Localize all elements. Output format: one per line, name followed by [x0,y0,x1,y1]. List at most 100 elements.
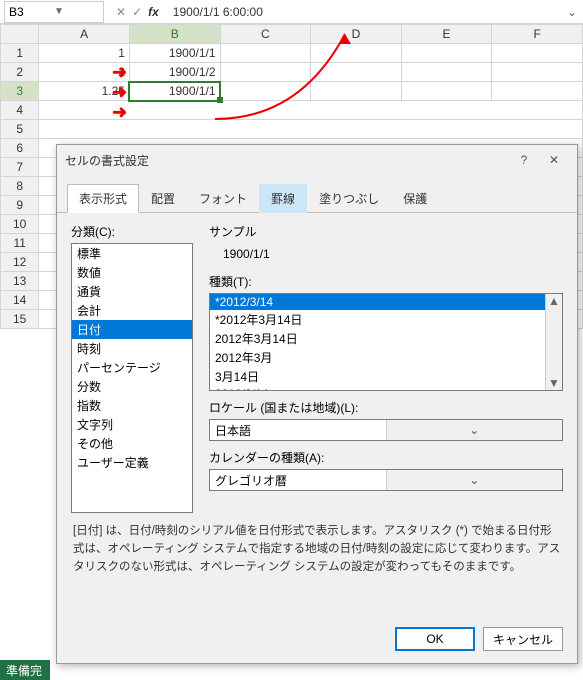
scrollbar[interactable]: ▲▼ [545,294,562,390]
cell[interactable]: 1 [39,44,130,63]
cell[interactable] [401,82,492,101]
select-all[interactable] [1,25,39,44]
cell[interactable] [311,63,402,82]
tab-font[interactable]: フォント [187,184,259,213]
list-item[interactable]: 分数 [72,377,192,396]
cell[interactable] [311,44,402,63]
row-10[interactable]: 10 [1,215,39,234]
formula-bar-row: B3 ▼ ✕ ✓ fx 1900/1/1 6:00:00 ⌄ [0,0,583,24]
row-7[interactable]: 7 [1,158,39,177]
row-13[interactable]: 13 [1,272,39,291]
chevron-down-icon[interactable]: ⌄ [386,470,563,490]
list-item[interactable]: 2012年3月 [210,348,545,367]
status-bar: 準備完 [0,660,50,680]
row-9[interactable]: 9 [1,196,39,215]
scroll-down-icon[interactable]: ▼ [548,376,560,390]
col-E[interactable]: E [401,25,492,44]
cell[interactable] [311,82,402,101]
category-list[interactable]: 標準 数値 通貨 会計 日付 時刻 パーセンテージ 分数 指数 文字列 その他 … [71,243,193,513]
sample-value: 1900/1/1 [209,243,563,265]
locale-select[interactable]: 日本語⌄ [209,419,563,441]
cell[interactable] [220,63,311,82]
chevron-down-icon[interactable]: ⌄ [386,420,563,440]
row-4[interactable]: 4 [1,101,39,120]
list-item[interactable]: 文字列 [72,415,192,434]
cell[interactable]: 1900/1/1 [129,44,220,63]
row-11[interactable]: 11 [1,234,39,253]
cell[interactable] [220,44,311,63]
tab-alignment[interactable]: 配置 [139,184,187,213]
sample-label: サンプル [209,223,563,240]
tab-number[interactable]: 表示形式 [67,184,139,213]
row-3[interactable]: 3 [1,82,39,101]
list-item[interactable]: 通貨 [72,282,192,301]
col-B[interactable]: B [129,25,220,44]
expand-formula-icon[interactable]: ⌄ [561,5,583,19]
cell[interactable]: 1900/1/2 [129,63,220,82]
cell[interactable] [220,82,311,101]
cell[interactable]: 1.25 [39,82,130,101]
formula-bar[interactable]: 1900/1/1 6:00:00 [167,5,561,19]
chevron-down-icon[interactable]: ▼ [54,6,99,17]
type-label: 種類(T): [209,273,563,290]
scroll-up-icon[interactable]: ▲ [548,294,560,308]
list-item[interactable]: パーセンテージ [72,358,192,377]
calendar-value: グレゴリオ暦 [210,472,386,489]
cell[interactable] [39,101,583,120]
tab-protection[interactable]: 保護 [391,184,439,213]
row-5[interactable]: 5 [1,120,39,139]
name-box-value: B3 [9,5,54,19]
type-list[interactable]: *2012/3/14 *2012年3月14日 2012年3月14日 2012年3… [209,293,563,391]
locale-label: ロケール (国または地域)(L): [209,399,563,416]
locale-value: 日本語 [210,422,386,439]
cell[interactable] [401,63,492,82]
list-item[interactable]: 3月14日 [210,367,545,386]
row-12[interactable]: 12 [1,253,39,272]
cancel-button[interactable]: キャンセル [483,627,563,651]
row-1[interactable]: 1 [1,44,39,63]
tab-fill[interactable]: 塗りつぶし [307,184,391,213]
col-A[interactable]: A [39,25,130,44]
list-item[interactable]: 時刻 [72,339,192,358]
list-item[interactable]: 2012/3/14 [210,386,545,390]
calendar-label: カレンダーの種類(A): [209,449,563,466]
description-text: [日付] は、日付/時刻のシリアル値を日付形式で表示します。アスタリスク (*)… [57,513,577,586]
row-2[interactable]: 2 [1,63,39,82]
list-item[interactable]: 指数 [72,396,192,415]
cell[interactable] [492,63,583,82]
list-item[interactable]: 標準 [72,244,192,263]
row-6[interactable]: 6 [1,139,39,158]
col-D[interactable]: D [311,25,402,44]
list-item[interactable]: 会計 [72,301,192,320]
list-item[interactable]: 日付 [72,320,192,339]
cell[interactable]: 2 [39,63,130,82]
dialog-titlebar[interactable]: セルの書式設定 ? ✕ [57,145,577,175]
name-box[interactable]: B3 ▼ [4,1,104,23]
close-icon[interactable]: ✕ [539,153,569,167]
list-item[interactable]: 2012年3月14日 [210,329,545,348]
cell[interactable] [401,44,492,63]
formula-icons: ✕ ✓ fx [108,5,167,19]
cancel-icon[interactable]: ✕ [116,5,126,19]
cell-selected[interactable]: 1900/1/1 [129,82,220,101]
cell[interactable] [39,120,583,139]
list-item[interactable]: 数値 [72,263,192,282]
list-item[interactable]: ユーザー定義 [72,453,192,472]
row-15[interactable]: 15 [1,310,39,329]
cell[interactable] [492,82,583,101]
row-8[interactable]: 8 [1,177,39,196]
dialog-title: セルの書式設定 [65,152,509,169]
list-item[interactable]: *2012年3月14日 [210,310,545,329]
calendar-select[interactable]: グレゴリオ暦⌄ [209,469,563,491]
ok-button[interactable]: OK [395,627,475,651]
tab-border[interactable]: 罫線 [259,184,307,213]
col-F[interactable]: F [492,25,583,44]
help-icon[interactable]: ? [509,153,539,167]
fx-icon[interactable]: fx [148,5,159,19]
col-C[interactable]: C [220,25,311,44]
cell[interactable] [492,44,583,63]
enter-icon[interactable]: ✓ [132,5,142,19]
list-item[interactable]: *2012/3/14 [210,294,545,310]
row-14[interactable]: 14 [1,291,39,310]
list-item[interactable]: その他 [72,434,192,453]
